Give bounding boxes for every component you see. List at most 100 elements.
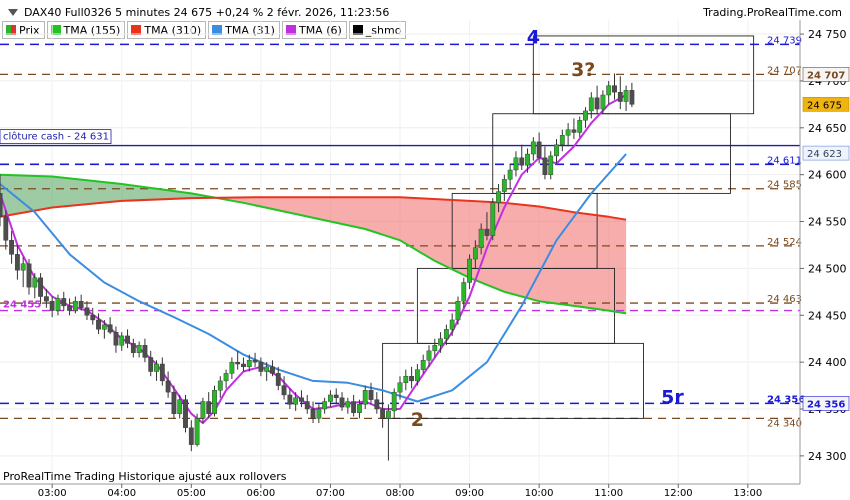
candle-body bbox=[333, 394, 339, 398]
candle-body bbox=[414, 369, 420, 382]
candle-body bbox=[84, 307, 90, 316]
y-tick-label: 24 400 bbox=[808, 356, 847, 369]
candle-body bbox=[264, 366, 270, 372]
candle-body bbox=[496, 191, 501, 203]
zone-box bbox=[382, 342, 644, 419]
candle-body bbox=[478, 228, 484, 248]
candle-body bbox=[374, 399, 380, 410]
candle-body bbox=[142, 345, 148, 358]
candle-body bbox=[67, 305, 72, 311]
candle-body bbox=[217, 380, 223, 391]
candle-body bbox=[113, 331, 119, 346]
candle-body bbox=[14, 254, 20, 271]
candle-body bbox=[101, 324, 107, 330]
candle-body bbox=[490, 202, 496, 236]
candle-body bbox=[351, 401, 357, 413]
candle-body bbox=[432, 345, 438, 352]
candle-body bbox=[455, 301, 461, 321]
price-chart[interactable]: 4 3? 2 5r 24 739 24 707 24 611 24 585 24 524 24 4… bbox=[0, 0, 850, 500]
candle-body bbox=[542, 157, 548, 175]
level-label: 24 611 bbox=[767, 155, 802, 166]
candle-body bbox=[241, 363, 246, 368]
candle-body bbox=[55, 298, 61, 311]
candle-body bbox=[125, 335, 130, 344]
candle-body bbox=[443, 329, 449, 339]
candle-body bbox=[316, 408, 322, 419]
candle-body bbox=[43, 296, 49, 302]
candle-body bbox=[287, 394, 293, 405]
x-tick-label: 12:00 bbox=[664, 488, 693, 499]
candle-body bbox=[530, 141, 536, 155]
candle-body bbox=[49, 301, 55, 311]
candle-body bbox=[449, 319, 455, 330]
candle-body bbox=[61, 298, 67, 307]
level-label: 24 524 bbox=[767, 237, 802, 248]
candle-body bbox=[438, 338, 443, 346]
candle-body bbox=[612, 85, 617, 93]
y-tick-label: 24 600 bbox=[808, 169, 847, 182]
candle-body bbox=[299, 397, 304, 402]
x-tick-label: 10:00 bbox=[525, 488, 554, 499]
candle-body bbox=[328, 394, 333, 402]
candle-body bbox=[368, 390, 374, 400]
candle-body bbox=[554, 144, 559, 157]
candle-body bbox=[183, 399, 188, 428]
candle-body bbox=[594, 97, 600, 110]
candle-body bbox=[206, 401, 212, 414]
candle-body bbox=[304, 401, 310, 410]
x-tick-label: 07:00 bbox=[316, 488, 345, 499]
level-label: 24 340 bbox=[767, 418, 802, 429]
candle-body bbox=[136, 345, 142, 353]
candle-body bbox=[258, 361, 264, 372]
candle-body bbox=[90, 315, 96, 321]
candle-body bbox=[397, 382, 403, 393]
candle-body bbox=[513, 157, 519, 171]
y-tick-label: 24 300 bbox=[808, 450, 847, 463]
candle-body bbox=[426, 350, 432, 361]
candle-body bbox=[380, 408, 386, 419]
candle-body bbox=[229, 361, 235, 374]
candle-body bbox=[165, 380, 171, 393]
wave-label: 3? bbox=[571, 59, 595, 81]
level-label: 24 463 bbox=[767, 294, 802, 305]
y-tick-label: 24 500 bbox=[808, 262, 847, 275]
candle-body bbox=[606, 85, 612, 96]
candle-body bbox=[78, 301, 84, 308]
candle-body bbox=[270, 366, 275, 374]
candle-body bbox=[617, 91, 623, 102]
candle-body bbox=[357, 404, 362, 413]
candle-body bbox=[577, 120, 583, 133]
candle-body bbox=[362, 390, 368, 405]
x-tick-label: 13:00 bbox=[733, 488, 762, 499]
candle-body bbox=[223, 373, 229, 382]
y-tick-label: 24 750 bbox=[808, 28, 847, 41]
candle-body bbox=[519, 157, 525, 166]
price-axis-tag-label: 24 675 bbox=[807, 100, 842, 111]
candle-body bbox=[600, 94, 606, 110]
candle-body bbox=[629, 90, 635, 105]
x-tick-label: 06:00 bbox=[246, 488, 275, 499]
level-label: 24 455 bbox=[3, 300, 41, 311]
candle-body bbox=[246, 360, 252, 368]
candle-body bbox=[96, 319, 101, 330]
candle-body bbox=[107, 324, 113, 333]
candle-body bbox=[461, 282, 467, 302]
candle-body bbox=[484, 228, 490, 236]
candle-body bbox=[154, 363, 159, 372]
candle-body bbox=[501, 179, 507, 192]
candle-body bbox=[3, 216, 9, 241]
candle-body bbox=[409, 376, 414, 382]
candle-body bbox=[403, 376, 409, 383]
candle-body bbox=[26, 263, 32, 288]
candle-body bbox=[20, 263, 26, 271]
x-tick-label: 11:00 bbox=[594, 488, 623, 499]
y-tick-label: 24 450 bbox=[808, 309, 847, 322]
candle-body bbox=[200, 401, 206, 419]
candle-body bbox=[72, 301, 78, 311]
price-axis-tag-label: 24 623 bbox=[807, 149, 842, 160]
level-label: 24 585 bbox=[767, 180, 802, 191]
candle-body bbox=[559, 135, 565, 145]
footnote: ProRealTime Trading Historique ajusté au… bbox=[3, 470, 287, 483]
candle-body bbox=[420, 360, 426, 370]
candle-body bbox=[472, 247, 478, 260]
